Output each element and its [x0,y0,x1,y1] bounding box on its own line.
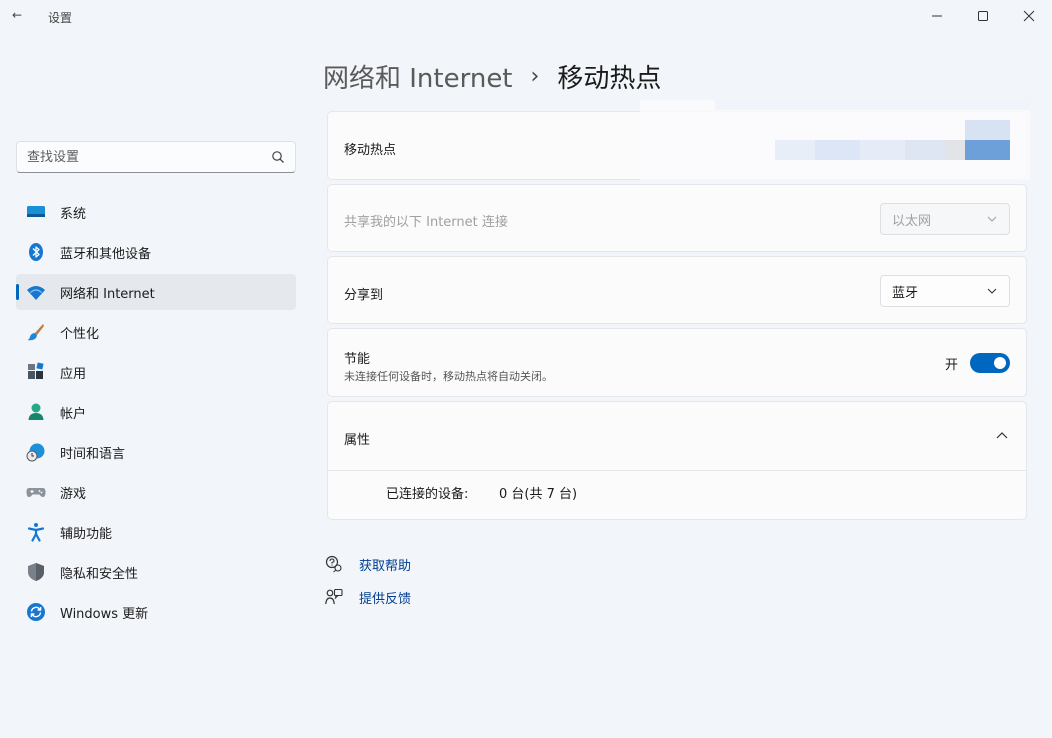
search-box[interactable] [16,141,296,173]
apps-icon [28,362,44,379]
get-help-link[interactable]: 获取帮助 [325,553,411,575]
share-from-dropdown: 以太网 [880,203,1010,235]
sidebar-item-time-language[interactable]: 时间和语言 [16,434,296,470]
connected-devices-value: 0 台(共 7 台) [499,487,578,502]
accessibility-icon [27,523,45,542]
sidebar-item-label: 辅助功能 [60,526,113,542]
power-saving-card: 节能 未连接任何设备时，移动热点将自动关闭。 开 [327,328,1027,397]
title-bar: ← 设置 [0,0,1052,32]
globe-clock-icon [26,443,45,462]
chevron-up-icon[interactable] [996,431,1008,441]
feedback-icon [325,588,343,605]
sidebar-item-label: 隐私和安全性 [60,566,139,582]
sidebar-nav: 系统 蓝牙和其他设备 网络和 Internet 个性化 应用 帐户 时间和语言 … [16,194,296,634]
bluetooth-icon [29,243,43,261]
share-from-card: 共享我的以下 Internet 连接 以太网 [327,184,1027,252]
sidebar-item-label: Windows 更新 [60,606,149,622]
paintbrush-icon [27,324,44,341]
windows-update-icon [27,603,45,621]
wifi-icon [27,286,45,300]
share-from-label: 共享我的以下 Internet 连接 [344,215,508,230]
sidebar-item-network[interactable]: 网络和 Internet [16,274,296,310]
minimize-button[interactable] [914,0,960,32]
power-saving-description: 未连接任何设备时，移动热点将自动关闭。 [344,370,553,383]
sidebar-item-personalization[interactable]: 个性化 [16,314,296,350]
get-help-label: 获取帮助 [359,558,412,574]
sidebar-item-privacy[interactable]: 隐私和安全性 [16,554,296,590]
properties-label: 属性 [344,433,371,448]
back-button[interactable]: ← [12,8,22,22]
sidebar-item-label: 系统 [60,206,87,222]
close-icon [1023,10,1035,22]
help-icon [325,555,342,573]
maximize-button[interactable] [960,0,1006,32]
share-to-value: 蓝牙 [892,285,919,301]
sidebar-item-system[interactable]: 系统 [16,194,296,230]
sidebar-item-label: 帐户 [60,406,87,422]
search-icon[interactable] [271,150,285,164]
sidebar-item-label: 个性化 [60,326,100,342]
breadcrumb: 网络和 Internet › 移动热点 [323,58,661,95]
power-saving-toggle-group: 开 [945,353,1010,373]
sidebar-item-windows-update[interactable]: Windows 更新 [16,594,296,630]
share-from-value: 以太网 [892,213,932,229]
sidebar-item-bluetooth[interactable]: 蓝牙和其他设备 [16,234,296,270]
give-feedback-link[interactable]: 提供反馈 [325,586,411,608]
help-links: 获取帮助 提供反馈 [325,553,411,619]
sidebar-item-apps[interactable]: 应用 [16,354,296,390]
system-display-icon [27,206,45,217]
search-input[interactable] [27,149,271,165]
close-button[interactable] [1006,0,1052,32]
share-to-card: 分享到 蓝牙 [327,256,1027,324]
hotspot-label: 移动热点 [344,143,397,158]
maximize-icon [978,11,988,21]
give-feedback-label: 提供反馈 [359,591,412,607]
sidebar-item-label: 应用 [60,366,87,382]
sidebar-item-label: 时间和语言 [60,446,126,462]
toggle-state-label: 开 [944,357,958,373]
sidebar-item-accessibility[interactable]: 辅助功能 [16,514,296,550]
breadcrumb-separator: › [530,64,540,89]
minimize-icon [932,15,942,17]
app-title: 设置 [48,11,73,25]
page-title: 移动热点 [557,64,662,94]
account-icon [28,403,44,420]
gamepad-icon [26,488,46,497]
power-saving-toggle[interactable] [970,353,1010,373]
sidebar-item-accounts[interactable]: 帐户 [16,394,296,430]
share-to-label: 分享到 [344,288,384,303]
hotspot-card: 移动热点 [327,111,1027,180]
divider [328,470,1026,471]
properties-card: 属性 已连接的设备: 0 台(共 7 台) [327,401,1027,520]
power-saving-label: 节能 [344,352,371,367]
sidebar-item-label: 网络和 Internet [60,286,155,302]
share-to-dropdown[interactable]: 蓝牙 [880,275,1010,307]
breadcrumb-parent-link[interactable]: 网络和 Internet [323,58,513,95]
sidebar-item-gaming[interactable]: 游戏 [16,474,296,510]
chevron-down-icon [987,288,997,294]
sidebar-item-label: 游戏 [60,486,87,502]
properties-header[interactable]: 属性 [328,402,1026,470]
chevron-down-icon [987,216,997,222]
shield-icon [28,563,44,581]
sidebar-item-label: 蓝牙和其他设备 [60,246,152,262]
connected-devices-label: 已连接的设备: [386,487,469,502]
